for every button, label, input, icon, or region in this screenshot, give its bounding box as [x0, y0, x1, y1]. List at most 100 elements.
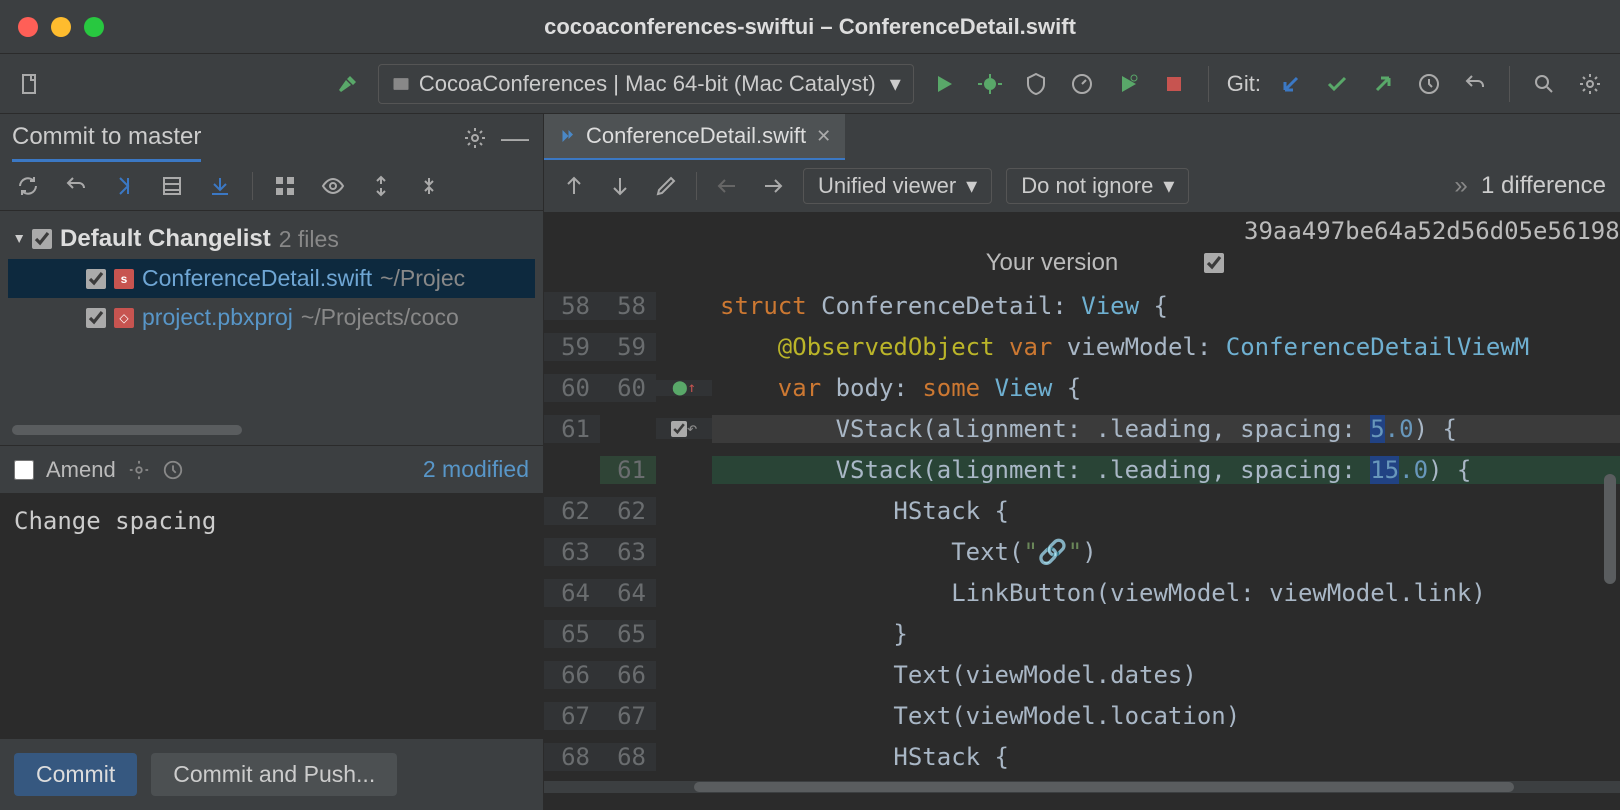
refresh-icon[interactable]: [12, 170, 44, 202]
editor-area: ConferenceDetail.swift ✕ Unified viewer …: [544, 114, 1620, 810]
code-line[interactable]: 6767 Text(viewModel.location): [544, 695, 1620, 736]
amend-checkbox[interactable]: [14, 460, 34, 480]
code-line[interactable]: 61 ↶ VStack(alignment: .leading, spacing…: [544, 408, 1620, 449]
vertical-scrollbar[interactable]: [1604, 474, 1616, 584]
main-toolbar: CocoaConferences | Mac 64-bit (Mac Catal…: [0, 54, 1620, 114]
window-title: cocoaconferences-swiftui – ConferenceDet…: [544, 14, 1076, 40]
changelist-count: 2 files: [279, 226, 339, 253]
history-icon[interactable]: [162, 459, 184, 481]
nav-forward-icon[interactable]: [757, 170, 789, 202]
profiler-icon[interactable]: [1066, 68, 1098, 100]
file-path: ~/Projec: [380, 265, 465, 292]
close-window-button[interactable]: [18, 17, 38, 37]
window-titlebar: cocoaconferences-swiftui – ConferenceDet…: [0, 0, 1620, 54]
commit-toolbar: [0, 162, 543, 211]
your-version-label: Your version: [986, 249, 1119, 277]
modified-count[interactable]: 2 modified: [423, 456, 529, 483]
commit-message-input[interactable]: [14, 507, 529, 725]
code-line[interactable]: 6363 Text("🔗"): [544, 531, 1620, 572]
git-label: Git:: [1227, 71, 1261, 97]
chevron-down-icon: ▾: [1163, 173, 1174, 199]
chevron-down-icon: ▸: [10, 235, 30, 243]
git-rollback-icon[interactable]: [1459, 68, 1491, 100]
amend-label: Amend: [46, 457, 116, 483]
commit-button[interactable]: Commit: [14, 753, 137, 796]
settings-icon[interactable]: [1574, 68, 1606, 100]
code-line[interactable]: 6565 }: [544, 613, 1620, 654]
run-configuration-dropdown[interactable]: CocoaConferences | Mac 64-bit (Mac Catal…: [378, 64, 914, 104]
horizontal-scrollbar[interactable]: [544, 781, 1620, 793]
diff-icon[interactable]: [108, 170, 140, 202]
changelist-checkbox[interactable]: [32, 229, 52, 249]
next-diff-icon[interactable]: [604, 170, 636, 202]
commit-tool-window: Commit to master — ▸ Default Changelist …: [0, 114, 544, 810]
tab-label: ConferenceDetail.swift: [586, 123, 806, 149]
pbxproj-file-icon: ◇: [114, 308, 134, 328]
commit-panel-title: Commit to master: [12, 123, 201, 162]
commit-and-push-button[interactable]: Commit and Push...: [151, 753, 397, 796]
gear-icon[interactable]: [459, 122, 491, 154]
run-icon[interactable]: [928, 68, 960, 100]
git-history-icon[interactable]: [1413, 68, 1445, 100]
code-line[interactable]: 5858struct ConferenceDetail: View {: [544, 285, 1620, 326]
attach-icon[interactable]: [1112, 68, 1144, 100]
shelve-icon[interactable]: [204, 170, 236, 202]
minimize-panel-icon[interactable]: —: [499, 122, 531, 154]
edit-icon[interactable]: [650, 170, 682, 202]
nav-back-icon[interactable]: [711, 170, 743, 202]
code-line[interactable]: 5959 @ObservedObject var viewModel: Conf…: [544, 326, 1620, 367]
open-file-icon[interactable]: [14, 68, 46, 100]
editor-tabs: ConferenceDetail.swift ✕: [544, 114, 1620, 160]
view-options-icon[interactable]: [317, 170, 349, 202]
horizontal-scrollbar[interactable]: [12, 425, 242, 435]
run-configuration-label: CocoaConferences | Mac 64-bit (Mac Catal…: [419, 71, 876, 97]
changelist-tree: ▸ Default Changelist 2 files s Conferenc…: [0, 211, 543, 345]
minimize-window-button[interactable]: [51, 17, 71, 37]
build-hammer-icon[interactable]: [332, 68, 364, 100]
group-icon[interactable]: [269, 170, 301, 202]
file-row[interactable]: s ConferenceDetail.swift ~/Projec: [8, 259, 535, 298]
diff-count-label: » 1 difference: [1454, 172, 1606, 200]
commit-message-area: [0, 493, 543, 739]
viewer-mode-dropdown[interactable]: Unified viewer ▾: [803, 168, 992, 204]
maximize-window-button[interactable]: [84, 17, 104, 37]
viewer-mode-label: Unified viewer: [818, 173, 956, 199]
ignore-mode-dropdown[interactable]: Do not ignore ▾: [1006, 168, 1189, 204]
code-line[interactable]: 6666 Text(viewModel.dates): [544, 654, 1620, 695]
swift-file-icon: s: [114, 269, 134, 289]
search-everywhere-icon[interactable]: [1528, 68, 1560, 100]
expand-all-icon[interactable]: [365, 170, 397, 202]
prev-diff-icon[interactable]: [558, 170, 590, 202]
gear-icon[interactable]: [128, 459, 150, 481]
chevron-down-icon: ▾: [890, 71, 901, 97]
file-name: project.pbxproj: [142, 304, 293, 331]
editor-tab[interactable]: ConferenceDetail.swift ✕: [544, 114, 845, 160]
collapse-all-icon[interactable]: [413, 170, 445, 202]
debug-icon[interactable]: [974, 68, 1006, 100]
code-line[interactable]: 6262 HStack {: [544, 490, 1620, 531]
git-update-icon[interactable]: [1275, 68, 1307, 100]
file-name: ConferenceDetail.swift: [142, 265, 372, 292]
file-path: ~/Projects/coco: [301, 304, 459, 331]
file-row[interactable]: ◇ project.pbxproj ~/Projects/coco: [8, 298, 535, 337]
code-line[interactable]: 6060⬤↑ var body: some View {: [544, 367, 1620, 408]
changelist-name: Default Changelist: [60, 225, 271, 253]
file-checkbox[interactable]: [86, 269, 106, 289]
chevron-down-icon: ▾: [966, 173, 977, 199]
revision-hash: 39aa497be64a52d56d05e561989221bed238df8d: [544, 213, 1620, 245]
ignore-mode-label: Do not ignore: [1021, 173, 1153, 199]
code-line[interactable]: 6464 LinkButton(viewModel: viewModel.lin…: [544, 572, 1620, 613]
changelist-header[interactable]: ▸ Default Changelist 2 files: [8, 219, 535, 259]
changelist-icon[interactable]: [156, 170, 188, 202]
diff-code-view[interactable]: 5858struct ConferenceDetail: View {5959 …: [544, 285, 1620, 777]
file-checkbox[interactable]: [86, 308, 106, 328]
close-tab-icon[interactable]: ✕: [816, 126, 831, 147]
code-line[interactable]: 6868 HStack {: [544, 736, 1620, 777]
git-push-icon[interactable]: [1367, 68, 1399, 100]
git-commit-icon[interactable]: [1321, 68, 1353, 100]
coverage-icon[interactable]: [1020, 68, 1052, 100]
rollback-icon[interactable]: [60, 170, 92, 202]
code-line[interactable]: 61 VStack(alignment: .leading, spacing: …: [544, 449, 1620, 490]
stop-icon[interactable]: [1158, 68, 1190, 100]
your-version-checkbox[interactable]: [1204, 253, 1224, 273]
